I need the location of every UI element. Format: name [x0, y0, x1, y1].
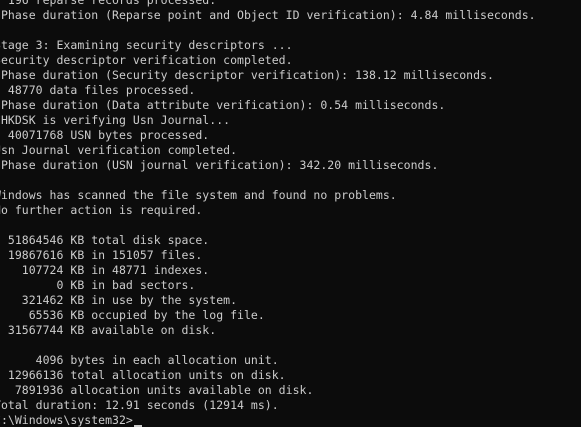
text-cursor — [133, 424, 142, 427]
console-line: 107724 KB in 48771 indexes. — [0, 263, 210, 277]
console-line: 4096 bytes in each allocation unit. — [0, 353, 279, 367]
console-line: 321462 KB in use by the system. — [0, 293, 238, 307]
console-line: 12966136 total allocation units on disk. — [0, 368, 286, 382]
prompt-path: C:\Windows\system32> — [0, 413, 133, 427]
console-line: Windows has scanned the file system and … — [0, 188, 397, 202]
console-line: 196 reparse records processed. — [0, 0, 217, 7]
console-line: 0 KB in bad sectors. — [0, 278, 196, 292]
console-line: 51864546 KB total disk space. — [0, 233, 210, 247]
console-line: 7891936 allocation units available on di… — [0, 383, 314, 397]
console-line: Phase duration (Security descriptor veri… — [0, 68, 494, 82]
console-line: CHKDSK is verifying Usn Journal... — [0, 113, 231, 127]
console-line: 31567744 KB available on disk. — [0, 323, 217, 337]
console-window[interactable]: 196 reparse records processed. Phase dur… — [0, 0, 581, 427]
console-line: Total duration: 12.91 seconds (12914 ms)… — [0, 398, 279, 412]
console-line: Usn Journal verification completed. — [0, 143, 238, 157]
console-line: 40071768 USN bytes processed. — [0, 128, 210, 142]
console-line: Security descriptor verification complet… — [0, 53, 293, 67]
console-line: No further action is required. — [0, 203, 203, 217]
console-line: 48770 data files processed. — [0, 83, 196, 97]
console-line: Stage 3: Examining security descriptors … — [0, 38, 293, 52]
console-line: 65536 KB occupied by the log file. — [0, 308, 265, 322]
console-line: 19867616 KB in 151057 files. — [0, 248, 203, 262]
console-line: Phase duration (USN journal verification… — [0, 158, 439, 172]
console-line: Phase duration (Data attribute verificat… — [0, 98, 446, 112]
command-prompt[interactable]: C:\Windows\system32> — [0, 413, 142, 427]
console-line: Phase duration (Reparse point and Object… — [0, 8, 536, 22]
